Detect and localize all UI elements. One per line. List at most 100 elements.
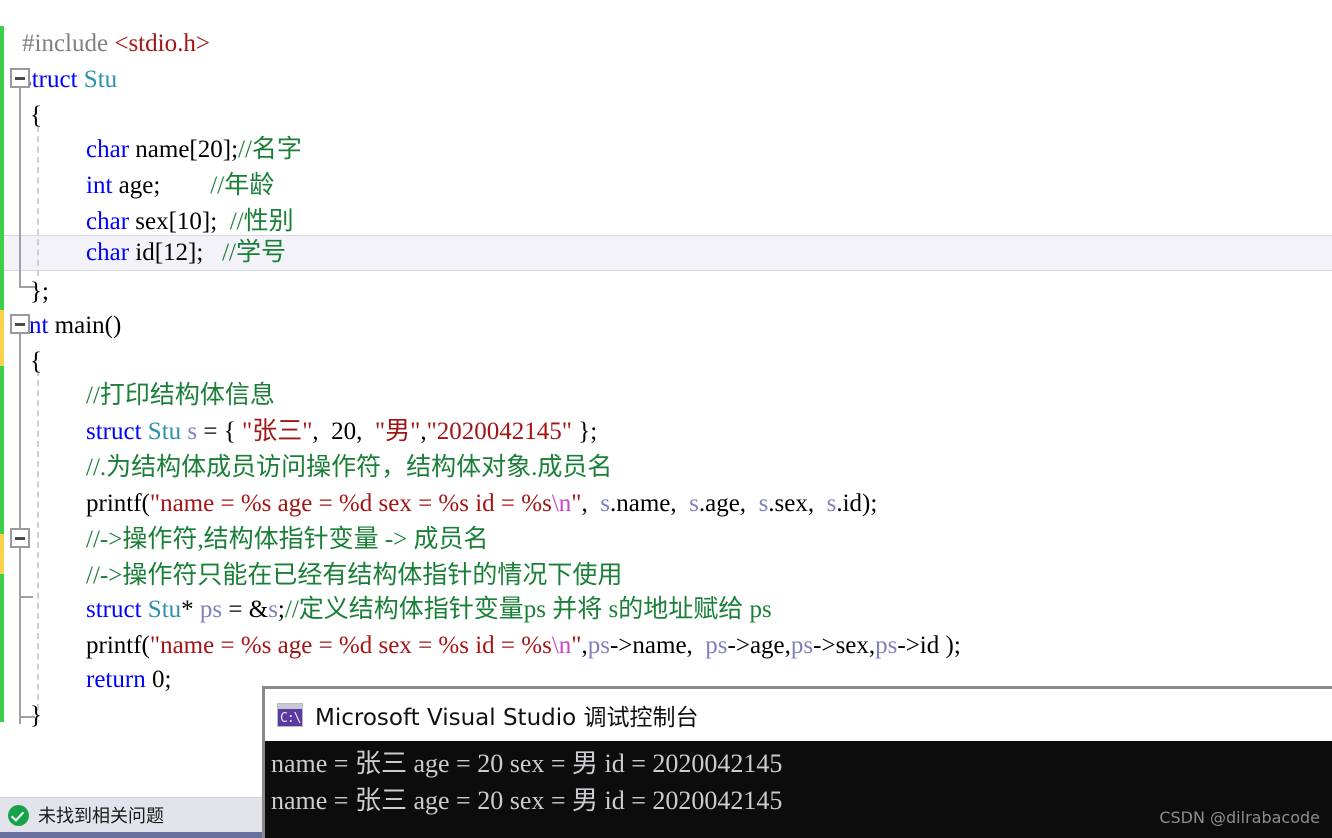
change-bar-saved-bottom [0,574,4,722]
line-sex-text: char sex[10]; //性别 [86,208,294,235]
change-bar-unsaved [0,310,4,366]
code-token-cmt: //定义结构体指针变量ps 并将 s的地址赋给 ps [284,596,772,623]
code-token-var: ps [587,632,610,659]
code-token-cmt: //年龄 [210,172,275,199]
line-cmt-dot[interactable]: //.为结构体成员访问操作符，结构体对象.成员名 [0,450,1332,486]
code-token-str: " [571,490,582,517]
line-include-text: #include <stdio.h> [22,30,210,57]
code-token-var: s [187,418,198,445]
change-bar-unsaved-2 [0,534,4,574]
line-cmt-print[interactable]: //打印结构体信息 [0,378,1332,414]
block-guide-struct [19,88,21,286]
line-age[interactable]: int age; //年龄 [0,168,1332,204]
code-token-plain: ->sex, [813,632,876,659]
line-ptr[interactable]: struct Stu* ps = &s;//定义结构体指针变量ps 并将 s的地… [0,592,1332,628]
code-token-plain: }; [572,418,598,445]
code-token-cmt: //名字 [238,136,302,163]
line-init[interactable]: struct Stu s = { "张三", 20, "男","20200421… [0,414,1332,450]
code-token-cmt: //打印结构体信息 [86,382,275,409]
line-main-open-text: { [30,348,42,375]
line-cmt-arrow1-text: //->操作符,结构体指针变量 -> 成员名 [86,526,489,553]
console-title-bar[interactable]: C:\ Microsoft Visual Studio 调试控制台 [265,689,1332,741]
line-include[interactable]: #include <stdio.h> [0,26,1332,62]
code-token-str: "2020042145" [426,418,573,445]
line-return-text: return 0; [86,666,171,693]
line-id-text: char id[12]; //学号 [86,239,286,266]
code-token-plain: ->age, [727,632,791,659]
console-title-text: Microsoft Visual Studio 调试控制台 [315,705,699,731]
line-cmt-arrow2[interactable]: //->操作符只能在已经有结构体指针的情况下使用 [0,558,1332,594]
code-token-str: " [571,632,582,659]
line-name[interactable]: char name[20];//名字 [0,132,1332,168]
collapse-toggle-main[interactable] [10,314,30,334]
code-token-esc: \n [551,490,572,517]
code-token-plain: = { [197,418,242,445]
line-age-text: int age; //年龄 [86,172,274,199]
code-token-plain: main() [48,312,122,339]
indent-guide-main [37,370,39,710]
line-cmt-print-text: //打印结构体信息 [86,382,275,409]
line-main[interactable]: int main() [0,308,1332,344]
line-printf-arrow-text: printf("name = %s age = %d sex = %s id =… [86,632,961,659]
code-token-str: "男" [374,418,421,445]
code-token-plain: .name, [609,490,690,517]
line-main-close-text: } [30,702,42,729]
code-token-plain: id[12]; [129,239,223,266]
line-cmt-arrow1[interactable]: //->操作符,结构体指针变量 -> 成员名 [0,522,1332,558]
code-token-type: Stu [83,66,118,93]
code-token-plain: = & [222,596,269,623]
code-token-var: s [826,490,837,517]
collapse-toggle-comment[interactable] [10,528,30,548]
code-token-cmt: //->操作符只能在已经有结构体指针的情况下使用 [86,562,623,589]
code-token-var: s [758,490,769,517]
code-token-kw: struct [22,66,84,93]
code-token-var: ps [790,632,814,659]
line-cmt-dot-text: //.为结构体成员访问操作符，结构体对象.成员名 [86,454,612,481]
line-printf-arrow[interactable]: printf("name = %s age = %d sex = %s id =… [0,628,1332,664]
console-window-icon: C:\ [277,703,303,727]
watermark-text: CSDN @dilrabacode [1159,808,1320,827]
code-token-plain: }; [30,278,49,305]
code-token-plain: .sex, [768,490,827,517]
change-bar-saved-mid [0,366,4,534]
code-token-plain: , [581,490,601,517]
line-struct-decl[interactable]: struct Stu [0,62,1332,98]
line-struct-open-text: { [30,102,42,129]
code-token-plain: name[20]; [129,136,239,163]
line-struct-decl-text: struct Stu [22,66,117,93]
code-token-kw: struct [86,596,148,623]
status-bar-text: 未找到相关问题 [38,806,164,827]
code-token-kw: char [86,239,130,266]
line-struct-open[interactable]: { [0,98,1332,134]
line-ptr-text: struct Stu* ps = &s;//定义结构体指针变量ps 并将 s的地… [86,596,772,623]
line-main-text: int main() [22,312,121,339]
line-main-open[interactable]: { [0,344,1332,380]
code-token-kw: char [86,208,130,235]
line-struct-close-text: }; [30,278,49,305]
success-check-icon [8,804,29,826]
code-token-plain: } [30,702,42,729]
indent-guide-struct [37,126,39,276]
code-token-plain: , 20, [312,418,375,445]
code-token-cmt: //性别 [229,208,294,235]
code-token-var: s [600,490,610,517]
code-token-str: <stdio.h> [114,30,210,57]
code-token-plain: ; [277,596,285,623]
console-icon-glyph: C:\ [280,711,302,726]
code-token-plain: 0; [145,666,172,693]
line-struct-close[interactable]: }; [0,274,1332,310]
code-token-cmt: //学号 [222,239,286,266]
code-token-type: Stu [147,418,182,445]
code-token-var: ps [199,596,223,623]
code-token-plain: printf( [86,632,150,659]
code-editor[interactable]: #include <stdio.h> struct Stu { char name[2… [0,0,1332,797]
change-bar-saved-top [0,26,4,310]
code-token-plain: .id); [836,490,878,517]
code-token-plain: ->id ); [897,632,961,659]
collapse-toggle-struct[interactable] [10,68,30,88]
code-token-plain: ->name, [609,632,706,659]
code-token-plain: sex[10]; [129,208,230,235]
line-printf-dot[interactable]: printf("name = %s age = %d sex = %s id =… [0,486,1332,522]
code-token-esc: \n [551,632,572,659]
line-id[interactable]: char id[12]; //学号 [0,235,1332,271]
